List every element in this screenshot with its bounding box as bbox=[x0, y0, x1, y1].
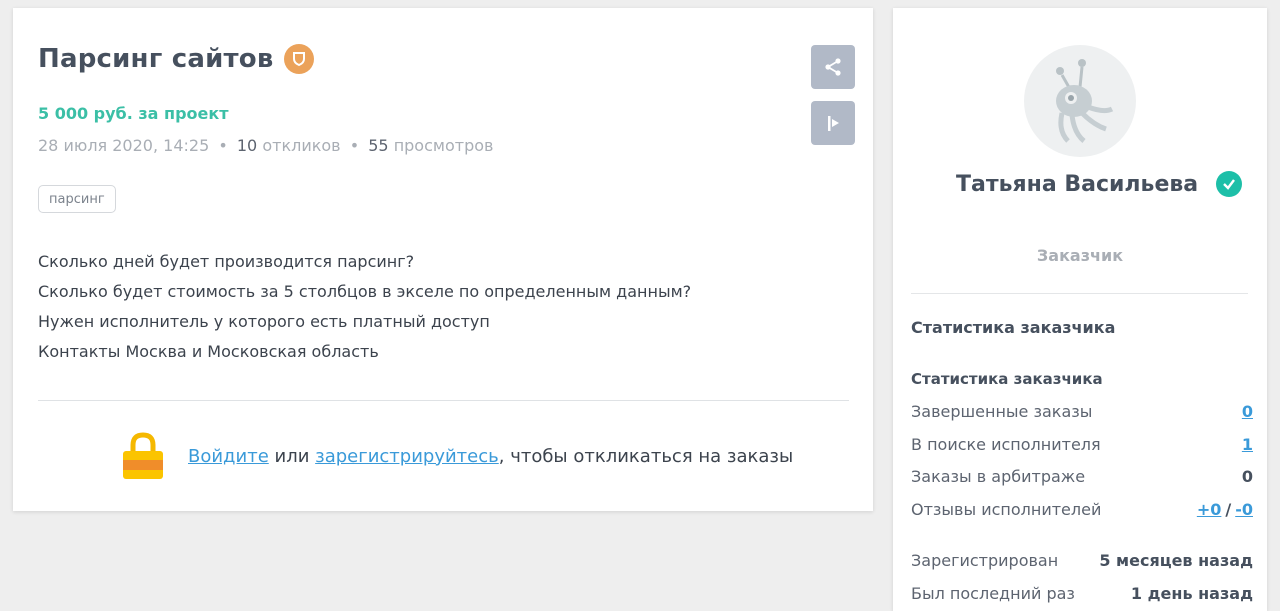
negative-reviews-link[interactable]: -0 bbox=[1235, 500, 1253, 519]
login-prompt: Войдите или зарегистрируйтесь, чтобы отк… bbox=[121, 431, 793, 481]
customer-name-row: Татьяна Васильева bbox=[956, 171, 1243, 197]
stat-label: Заказы в арбитраже bbox=[911, 467, 1086, 486]
reviews-values: +0/-0 bbox=[1197, 500, 1253, 519]
stat-registered: Зарегистрирован 5 месяцев назад bbox=[911, 551, 1253, 570]
stat-value: 5 месяцев назад bbox=[1099, 551, 1253, 570]
meta-separator: • bbox=[218, 136, 228, 155]
description-line: Сколько дней будет производится парсинг? bbox=[38, 252, 415, 271]
shield-icon bbox=[283, 44, 314, 74]
verified-check-icon bbox=[1216, 171, 1243, 197]
responses-label: откликов bbox=[262, 136, 341, 155]
title-row: Парсинг сайтов bbox=[38, 44, 314, 74]
project-card: Парсинг сайтов 5 000 руб. за проект 28 и… bbox=[13, 8, 873, 511]
stat-value: 1 день назад bbox=[1130, 584, 1253, 603]
stat-value-link[interactable]: 0 bbox=[1242, 402, 1253, 421]
meta-separator: • bbox=[349, 136, 360, 155]
report-button[interactable] bbox=[811, 101, 855, 145]
stat-label: Был последний раз bbox=[911, 584, 1075, 603]
responses-count: 10 bbox=[236, 136, 258, 155]
stat-label: В поиске исполнителя bbox=[911, 435, 1101, 454]
divider bbox=[38, 400, 849, 401]
stat-last-seen: Был последний раз 1 день назад bbox=[911, 584, 1253, 603]
description-line: Контакты Москва и Московская область bbox=[38, 342, 379, 361]
project-price: 5 000 руб. за проект bbox=[38, 104, 229, 123]
divider bbox=[911, 293, 1248, 294]
stat-executor-reviews: Отзывы исполнителей +0/-0 bbox=[911, 500, 1253, 519]
views-label: просмотров bbox=[393, 136, 494, 155]
share-button[interactable] bbox=[811, 45, 855, 89]
stat-value-link[interactable]: 1 bbox=[1242, 435, 1253, 454]
stat-label: Зарегистрирован bbox=[911, 551, 1059, 570]
project-description: Сколько дней будет производится парсинг?… bbox=[38, 251, 691, 371]
avatar-robot-icon bbox=[1056, 59, 1114, 143]
project-meta: 28 июля 2020, 14:25 • 10 откликов • 55 п… bbox=[38, 136, 493, 155]
stat-label: Завершенные заказы bbox=[911, 402, 1093, 421]
avatar bbox=[1024, 45, 1136, 157]
reviews-separator: / bbox=[1225, 500, 1232, 519]
customer-card: Татьяна Васильева Заказчик Статистика за… bbox=[893, 8, 1267, 611]
stat-completed-orders: Завершенные заказы 0 bbox=[911, 402, 1253, 421]
stat-label: Отзывы исполнителей bbox=[911, 500, 1102, 519]
register-link[interactable]: зарегистрируйтесь bbox=[315, 446, 499, 467]
login-suffix: , чтобы откликаться на заказы bbox=[498, 445, 794, 467]
project-title: Парсинг сайтов bbox=[38, 44, 274, 74]
login-or: или bbox=[274, 445, 310, 467]
views-count: 55 bbox=[368, 136, 389, 155]
stat-searching-executor: В поиске исполнителя 1 bbox=[911, 435, 1253, 454]
customer-role: Заказчик bbox=[1036, 246, 1124, 265]
description-line: Нужен исполнитель у которого есть платны… bbox=[38, 312, 490, 331]
tag-parsing[interactable]: парсинг bbox=[38, 185, 116, 213]
report-icon bbox=[828, 116, 839, 131]
stat-value: 0 bbox=[1241, 467, 1253, 486]
lock-icon bbox=[121, 431, 165, 481]
positive-reviews-link[interactable]: +0 bbox=[1197, 500, 1222, 519]
login-link[interactable]: Войдите bbox=[188, 446, 269, 467]
customer-name[interactable]: Татьяна Васильева bbox=[956, 172, 1198, 197]
stats-subheading: Статистика заказчика bbox=[911, 370, 1103, 388]
description-line: Сколько будет стоимость за 5 столбцов в … bbox=[38, 282, 692, 301]
login-text: Войдите или зарегистрируйтесь, чтобы отк… bbox=[188, 446, 793, 467]
stat-arbitration-orders: Заказы в арбитраже 0 bbox=[911, 467, 1253, 486]
share-icon bbox=[825, 58, 841, 76]
project-date: 28 июля 2020, 14:25 bbox=[38, 136, 210, 155]
stats-heading: Статистика заказчика bbox=[911, 318, 1116, 337]
